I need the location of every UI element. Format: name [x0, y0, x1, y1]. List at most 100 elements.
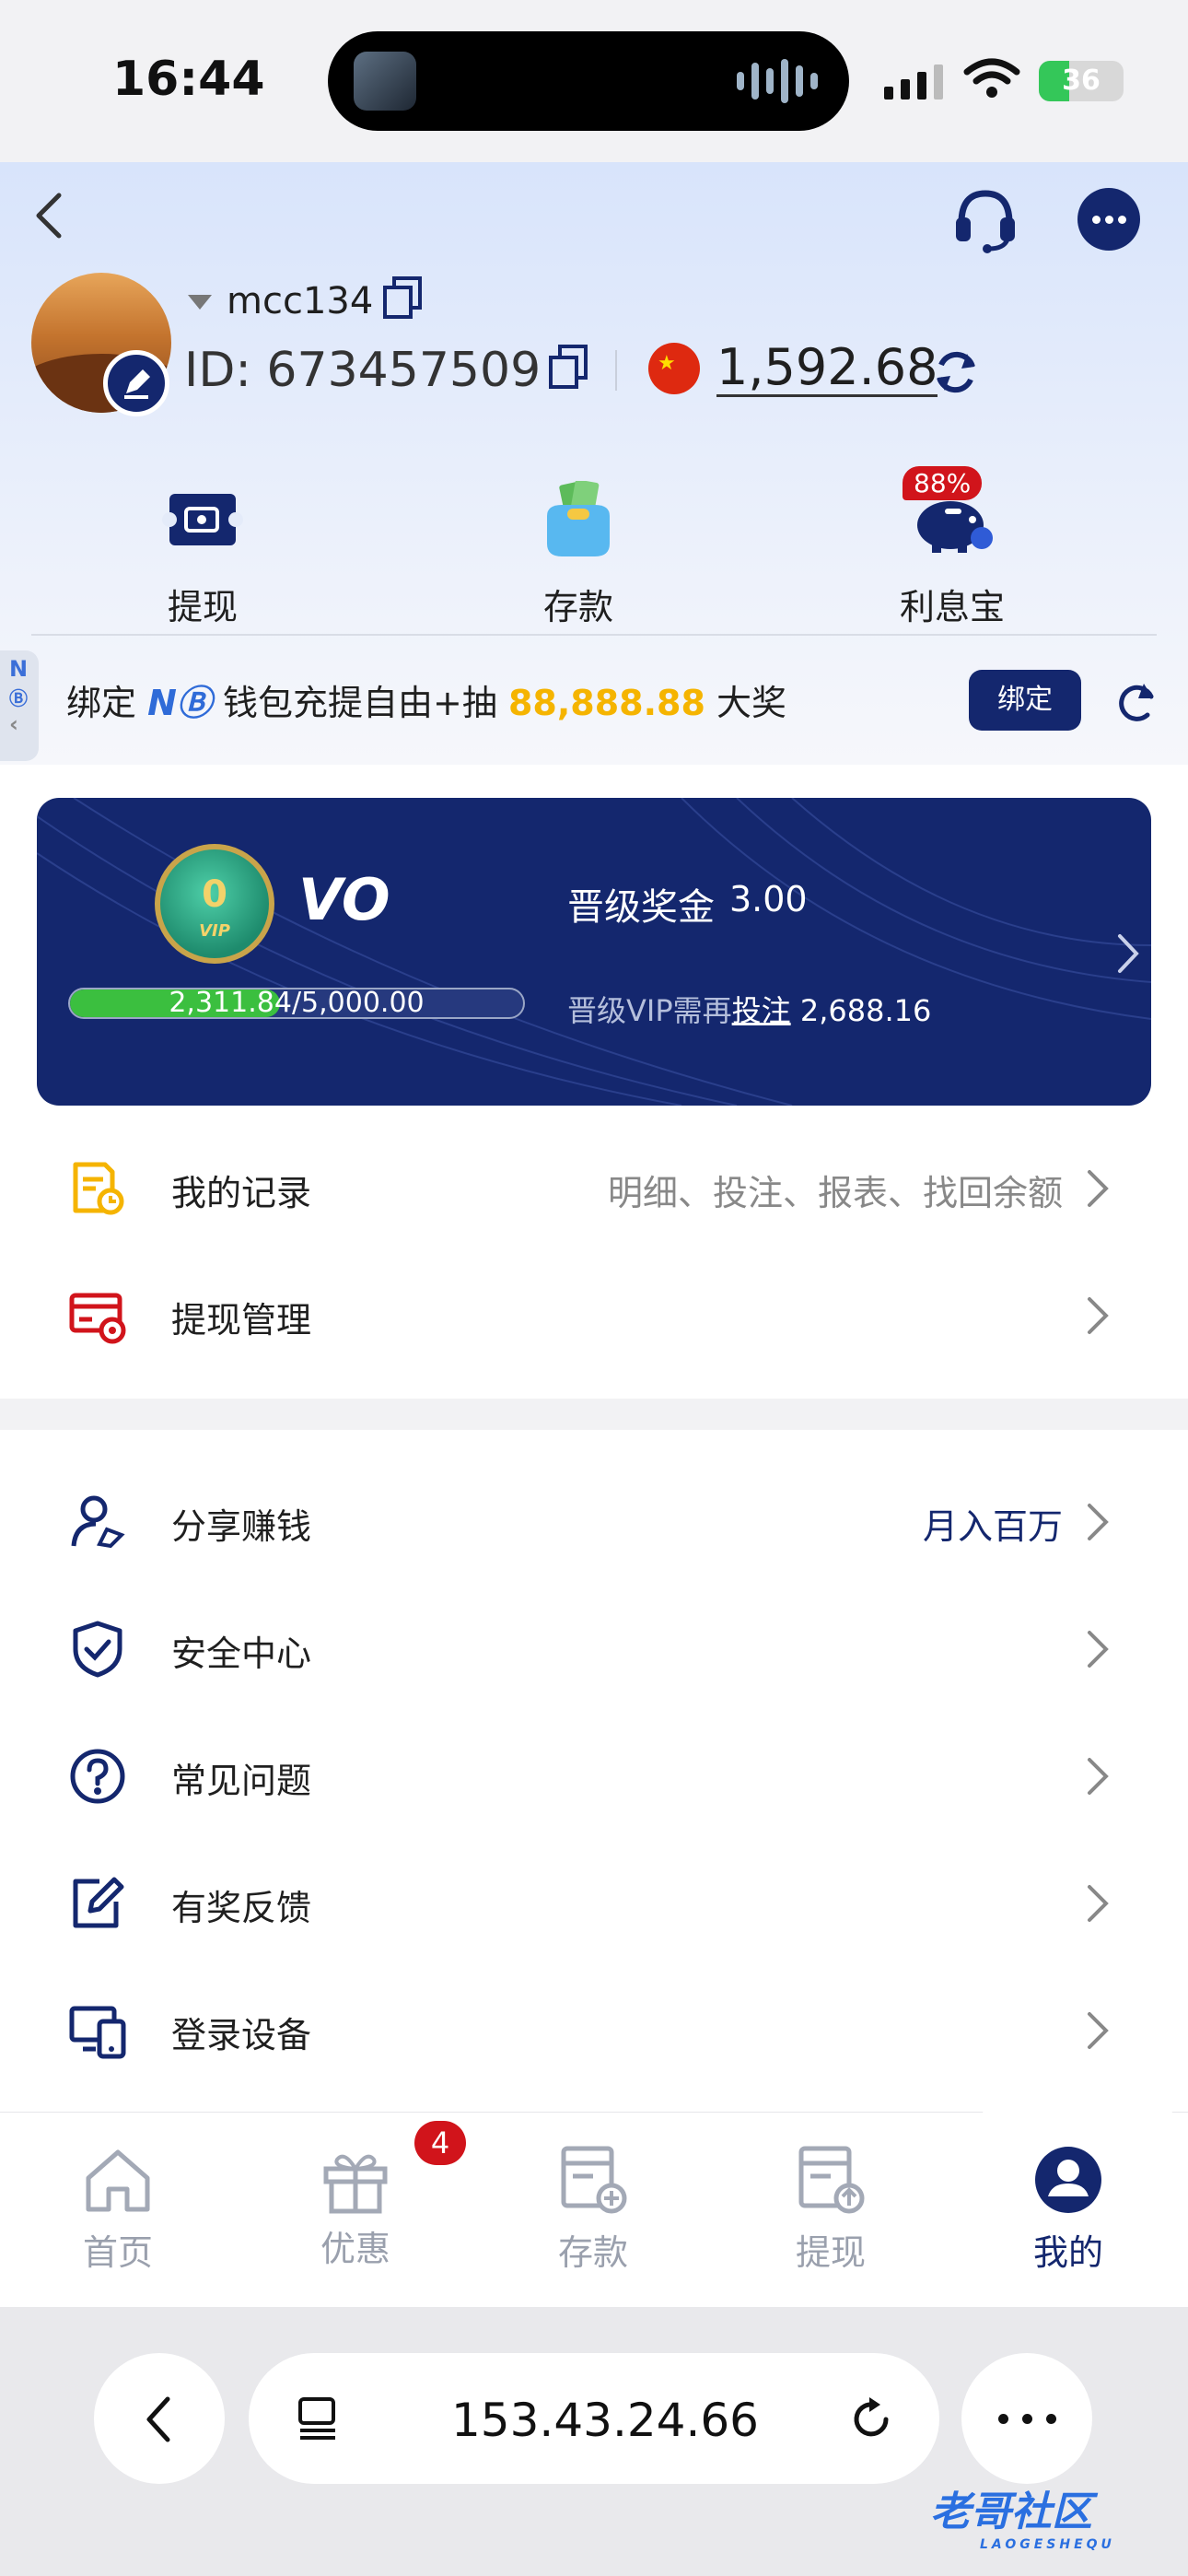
- menu-hint: 月入百万: [922, 1506, 1063, 1547]
- status-time: 16:44: [112, 52, 265, 107]
- wifi-icon: [963, 58, 1020, 98]
- menu-item-faq[interactable]: 常见问题: [0, 1712, 1188, 1839]
- share-earn-icon: [71, 1495, 125, 1549]
- chevron-right-icon: [1088, 1170, 1109, 1207]
- browser-reload-icon[interactable]: [845, 2394, 897, 2445]
- menu-item-withdraw-manage[interactable]: 提现管理: [0, 1251, 1188, 1378]
- tab-label: 我的: [1032, 2232, 1103, 2273]
- menu-label: 登录设备: [171, 2015, 312, 2055]
- promo-prefix: 绑定: [66, 683, 137, 723]
- dynamic-island: [328, 31, 849, 131]
- watermark-logo: 老哥社区 LAOGESHEQU: [930, 2478, 1115, 2552]
- quick-interest-button[interactable]: 88% 利息宝: [860, 466, 1044, 629]
- profile-icon: [1035, 2147, 1101, 2213]
- wallet-promo-banner: 绑定 NⒷ 钱包充提自由+抽 88,888.88 大奖: [66, 674, 786, 725]
- quick-deposit-label: 存款: [542, 587, 613, 627]
- chevron-right-icon: [1088, 1885, 1109, 1922]
- quick-withdraw-label: 提现: [167, 587, 238, 627]
- quick-interest-label: 利息宝: [899, 587, 1005, 627]
- menu-label: 分享赚钱: [171, 1506, 312, 1547]
- home-icon: [86, 2149, 150, 2212]
- quick-deposit-button[interactable]: 存款: [486, 479, 670, 629]
- side-tab-letter: N: [9, 656, 29, 682]
- gift-icon: [323, 2154, 388, 2214]
- cellular-signal-icon: [884, 64, 943, 100]
- bind-wallet-button[interactable]: 绑定: [969, 670, 1081, 731]
- chevron-right-icon: [1088, 2012, 1109, 2049]
- tab-deposit[interactable]: 存款: [501, 2143, 685, 2275]
- header-divider: [615, 350, 617, 391]
- interest-rate-badge: 88%: [903, 466, 983, 500]
- deposit-wallet-icon: [547, 479, 610, 556]
- battery-indicator: 36: [1039, 61, 1124, 101]
- status-bar: 16:44 36: [0, 0, 1188, 162]
- header-separator: [31, 634, 1157, 636]
- battery-level: 36: [1062, 64, 1101, 97]
- side-tab-coin-icon: Ⓑ: [9, 687, 28, 709]
- shield-check-icon: [73, 1621, 122, 1678]
- promo-suffix: 大奖: [716, 683, 787, 723]
- chevron-left-icon: [146, 2396, 170, 2442]
- edit-avatar-icon[interactable]: [103, 350, 169, 416]
- refresh-balance-icon[interactable]: [930, 346, 982, 398]
- withdraw-manage-icon: [69, 1293, 126, 1344]
- copy-id-icon[interactable]: [547, 343, 589, 391]
- menu-label: 安全中心: [171, 1633, 312, 1674]
- reader-menu-icon[interactable]: [295, 2395, 341, 2441]
- back-chevron-icon[interactable]: [28, 190, 72, 241]
- tab-home[interactable]: 首页: [26, 2143, 210, 2275]
- account-dropdown-caret-icon[interactable]: [188, 295, 212, 310]
- vip-progress-bar: 2,311.84/5,000.00: [68, 988, 525, 1019]
- promo-amount: 88,888.88: [507, 683, 705, 723]
- vip-card[interactable]: 0 VIP VO 2,311.84/5,000.00 晋级奖金 3.00 晋级V…: [37, 798, 1151, 1106]
- user-id: ID: 673457509: [184, 343, 542, 398]
- menu-item-devices[interactable]: 登录设备: [0, 1966, 1188, 2093]
- promo-refresh-icon[interactable]: [1112, 678, 1159, 724]
- audio-wave-icon: [737, 59, 818, 103]
- message-chat-icon[interactable]: [1077, 188, 1140, 251]
- browser-address-bar[interactable]: 153.43.24.66: [249, 2353, 939, 2484]
- tab-label: 优惠: [320, 2229, 390, 2269]
- menu-item-security[interactable]: 安全中心: [0, 1585, 1188, 1712]
- wallet-balance: 1,592.68: [716, 338, 938, 397]
- watermark-title: 老哥社区: [930, 2488, 1092, 2535]
- chevron-right-icon: [1088, 1504, 1109, 1540]
- chevron-right-icon: [1088, 1758, 1109, 1795]
- island-media-thumbnail: [354, 52, 416, 111]
- quick-withdraw-button[interactable]: 提现: [111, 481, 295, 629]
- tab-promotions[interactable]: 4 优惠: [263, 2121, 466, 2271]
- menu-label: 常见问题: [171, 1761, 312, 1801]
- records-icon: [73, 1162, 124, 1215]
- menu-item-records[interactable]: 我的记录 明细、投注、报表、找回余额: [0, 1124, 1188, 1251]
- tab-withdraw[interactable]: 提现: [739, 2143, 923, 2275]
- vip-need-value: 2,688.16: [799, 993, 932, 1028]
- tab-profile[interactable]: 我的: [976, 2143, 1160, 2275]
- vip-progress-text: 2,311.84/5,000.00: [169, 988, 425, 1019]
- menu-item-feedback[interactable]: 有奖反馈: [0, 1839, 1188, 1966]
- devices-icon: [69, 2006, 126, 2059]
- feedback-edit-icon: [73, 1877, 124, 1928]
- username: mcc134: [227, 280, 374, 322]
- side-tab-chevron-icon: ‹: [9, 711, 18, 737]
- tab-label: 提现: [795, 2232, 866, 2273]
- menu-hint: 明细、投注、报表、找回余额: [607, 1173, 1063, 1213]
- menu-label: 有奖反馈: [171, 1888, 312, 1928]
- watermark-subtitle: LAOGESHEQU: [980, 2537, 1115, 2552]
- withdraw-ticket-icon: [162, 494, 243, 545]
- browser-back-button[interactable]: [94, 2353, 225, 2484]
- nb-wallet-logo: N: [147, 683, 177, 723]
- customer-service-icon[interactable]: [950, 184, 1020, 254]
- promotions-badge: 4: [414, 2121, 466, 2165]
- promo-middle: 钱包充提自由+抽: [223, 683, 497, 723]
- vip-medal-number: 0: [202, 873, 227, 916]
- copy-username-icon[interactable]: [381, 275, 424, 321]
- withdraw-card-icon: [798, 2146, 865, 2214]
- side-float-tab[interactable]: N Ⓑ ‹: [0, 650, 39, 761]
- vip-medal-text: VIP: [199, 921, 230, 941]
- menu-item-share-earn[interactable]: 分享赚钱 月入百万: [0, 1458, 1188, 1585]
- browser-more-button[interactable]: [961, 2353, 1092, 2484]
- browser-url: 153.43.24.66: [451, 2394, 759, 2447]
- vip-requirement: 晋级VIP需再投注 2,688.16: [567, 988, 931, 1030]
- chevron-right-icon: [1088, 1297, 1109, 1334]
- vip-bet-link[interactable]: 投注: [732, 993, 791, 1028]
